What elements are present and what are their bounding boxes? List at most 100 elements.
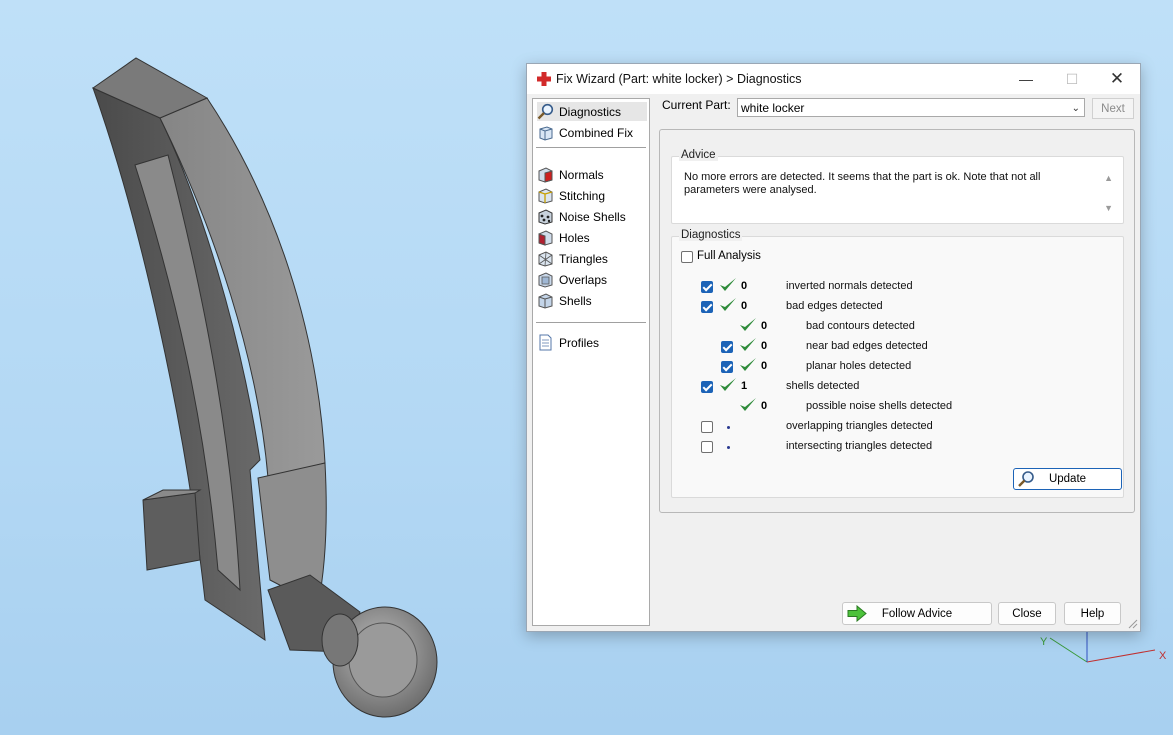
- check-mark-icon: [740, 398, 756, 411]
- normals-cube-icon: [538, 167, 553, 183]
- triangles-cube-icon: [538, 251, 553, 267]
- nav-item-shells[interactable]: Shells: [537, 291, 592, 310]
- title-bar[interactable]: Fix Wizard (Part: white locker) > Diagno…: [527, 64, 1140, 94]
- green-arrow-icon: [847, 605, 867, 622]
- not-analysed-dot-icon: [727, 426, 730, 429]
- diagnostic-checkbox[interactable]: [701, 441, 713, 453]
- check-mark-icon: [740, 318, 756, 331]
- diagnostic-checkbox[interactable]: [701, 281, 713, 293]
- minimize-button[interactable]: —: [1003, 64, 1049, 94]
- full-analysis-checkbox[interactable]: [681, 251, 693, 263]
- y-axis-label: Y: [1040, 636, 1048, 648]
- scroll-up-arrow-icon[interactable]: ▲: [1104, 173, 1113, 183]
- magnifier-icon: [537, 103, 554, 120]
- diagnostic-label: near bad edges detected: [806, 340, 928, 352]
- check-mark-icon: [720, 278, 736, 291]
- x-axis-label: X: [1159, 650, 1167, 662]
- diagnostic-label: planar holes detected: [806, 360, 912, 372]
- stitching-cube-icon: [538, 188, 553, 204]
- diagnostic-label: bad edges detected: [786, 300, 883, 312]
- document-icon: [539, 334, 552, 351]
- check-mark-icon: [740, 338, 756, 351]
- shells-cube-icon: [538, 293, 553, 309]
- diagnostic-count: 0: [741, 300, 748, 312]
- magnifier-icon: [1018, 471, 1034, 487]
- check-mark-icon: [740, 358, 756, 371]
- nav-item-triangles[interactable]: Triangles: [537, 249, 608, 268]
- advice-group: Advice No more errors are detected. It s…: [671, 149, 1124, 224]
- diagnostic-label: intersecting triangles detected: [786, 440, 933, 452]
- diagnostic-checkbox[interactable]: [701, 301, 713, 313]
- knob-center: [348, 622, 418, 698]
- resize-grip-icon[interactable]: [1128, 619, 1138, 629]
- nav-label: Stitching: [559, 188, 606, 203]
- diagnostic-count: 1: [741, 380, 748, 392]
- advice-title: Advice: [679, 149, 718, 161]
- holes-cube-icon: [538, 230, 553, 246]
- current-part-select[interactable]: white locker ⌄: [737, 98, 1085, 117]
- wizard-nav: Diagnostics Combined Fix Normals Stitchi…: [532, 98, 650, 626]
- nav-separator: [536, 322, 646, 323]
- check-mark-icon: [720, 298, 736, 311]
- nav-item-noise-shells[interactable]: Noise Shells: [537, 207, 626, 226]
- full-analysis-label: Full Analysis: [697, 250, 761, 262]
- diagnostic-checkbox[interactable]: [701, 421, 713, 433]
- nav-label: Overlaps: [559, 272, 608, 287]
- y-axis-line: [1049, 637, 1088, 663]
- next-button[interactable]: Next: [1092, 98, 1134, 119]
- maximize-button[interactable]: ☐: [1049, 64, 1095, 94]
- rear-tab: [142, 492, 201, 571]
- nav-item-normals[interactable]: Normals: [537, 165, 604, 184]
- advice-text: No more errors are detected. It seems th…: [684, 171, 1041, 196]
- diagnostic-count: 0: [741, 280, 748, 292]
- help-button[interactable]: Help: [1064, 602, 1121, 625]
- scroll-down-arrow-icon[interactable]: ▼: [1104, 203, 1113, 213]
- update-button[interactable]: Update: [1013, 468, 1122, 490]
- nav-label: Normals: [559, 167, 604, 182]
- diagnostic-count: 0: [761, 360, 768, 372]
- nav-label: Combined Fix: [559, 125, 634, 140]
- nav-item-combined-fix[interactable]: Combined Fix: [537, 123, 633, 142]
- diagnostic-checkbox[interactable]: [701, 381, 713, 393]
- diagnostic-count: 0: [761, 400, 768, 412]
- nav-item-diagnostics[interactable]: Diagnostics: [537, 102, 647, 121]
- red-cross-icon: [537, 72, 551, 86]
- diagnostic-label: overlapping triangles detected: [786, 420, 933, 432]
- knob-stem: [321, 613, 359, 667]
- follow-advice-button[interactable]: Follow Advice: [842, 602, 992, 625]
- nav-item-stitching[interactable]: Stitching: [537, 186, 605, 205]
- diagnostic-count: 0: [761, 340, 768, 352]
- close-window-button[interactable]: ✕: [1094, 64, 1140, 94]
- diagnostics-group: Diagnostics Full Analysis 0 inverted norm…: [671, 229, 1124, 498]
- diagnostic-label: shells detected: [786, 380, 860, 392]
- diagnostic-label: inverted normals detected: [786, 280, 913, 292]
- nav-item-holes[interactable]: Holes: [537, 228, 590, 247]
- diagnostic-count: 0: [761, 320, 768, 332]
- nav-label: Shells: [559, 293, 592, 308]
- diagnostics-panel: Advice No more errors are detected. It s…: [659, 129, 1135, 513]
- noise-shells-icon: [538, 209, 553, 225]
- current-part-label: Current Part:: [662, 98, 731, 112]
- nav-label: Diagnostics: [559, 104, 622, 119]
- cube-icon: [539, 126, 553, 141]
- nav-item-overlaps[interactable]: Overlaps: [537, 270, 607, 289]
- update-label: Update: [1048, 473, 1087, 485]
- nav-label: Profiles: [559, 335, 600, 350]
- nav-separator: [536, 147, 646, 148]
- diagnostic-checkbox[interactable]: [721, 341, 733, 353]
- nav-label: Triangles: [559, 251, 608, 266]
- x-axis-line: [1086, 649, 1156, 663]
- nav-item-profiles[interactable]: Profiles: [537, 333, 599, 352]
- chevron-down-icon: ⌄: [1071, 103, 1080, 114]
- fix-wizard-dialog: Fix Wizard (Part: white locker) > Diagno…: [526, 63, 1141, 632]
- diagnostic-label: possible noise shells detected: [806, 400, 953, 412]
- diagnostic-checkbox[interactable]: [721, 361, 733, 373]
- close-button[interactable]: Close: [998, 602, 1056, 625]
- window-title: Fix Wizard (Part: white locker) > Diagno…: [556, 72, 802, 86]
- check-mark-icon: [720, 378, 736, 391]
- diagnostic-label: bad contours detected: [806, 320, 915, 332]
- current-part-value: white locker: [741, 101, 805, 115]
- overlaps-cube-icon: [538, 272, 553, 288]
- diagnostics-title: Diagnostics: [679, 229, 743, 241]
- nav-label: Holes: [559, 230, 590, 245]
